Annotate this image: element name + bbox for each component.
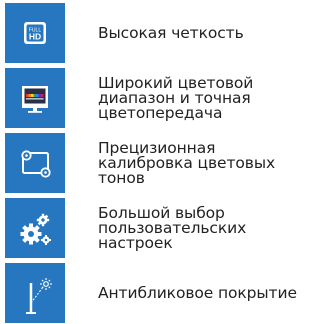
feature-item-color-gamut: Широкий цветовой диапазон и точная цвето… bbox=[0, 68, 334, 128]
feature-label-anti-glare: Антибликовое покрытие bbox=[98, 283, 297, 302]
feature-icon-tile bbox=[5, 68, 65, 128]
feature-label-full-hd: Высокая четкость bbox=[98, 23, 244, 42]
feature-icon-tile bbox=[5, 198, 65, 258]
full-hd-badge-bottom: HD bbox=[29, 32, 41, 42]
anti-glare-icon bbox=[26, 278, 52, 314]
calibration-monitor-icon bbox=[21, 150, 51, 178]
feature-item-full-hd: FULL HD Высокая четкость bbox=[0, 3, 334, 63]
feature-label-calibration: Прецизионная калибровка цветовых тонов bbox=[98, 138, 276, 187]
feature-label-color-gamut: Широкий цветовой диапазон и точная цвето… bbox=[98, 73, 254, 122]
color-gamut-monitor-icon bbox=[22, 86, 48, 113]
full-hd-icon: FULL HD bbox=[24, 22, 46, 44]
feature-item-anti-glare: Антибликовое покрытие bbox=[0, 263, 334, 323]
feature-list: FULL HD Высокая четкость Широкий цветово… bbox=[0, 0, 334, 324]
feature-icon-tile bbox=[5, 133, 65, 193]
feature-label-settings: Большой выбор пользовательских настроек bbox=[98, 203, 247, 252]
feature-icon-tile bbox=[5, 263, 65, 323]
feature-icon-tile: FULL HD bbox=[5, 3, 65, 63]
gears-icon bbox=[20, 213, 51, 245]
feature-item-calibration: Прецизионная калибровка цветовых тонов bbox=[0, 133, 334, 193]
feature-item-settings: Большой выбор пользовательских настроек bbox=[0, 198, 334, 258]
